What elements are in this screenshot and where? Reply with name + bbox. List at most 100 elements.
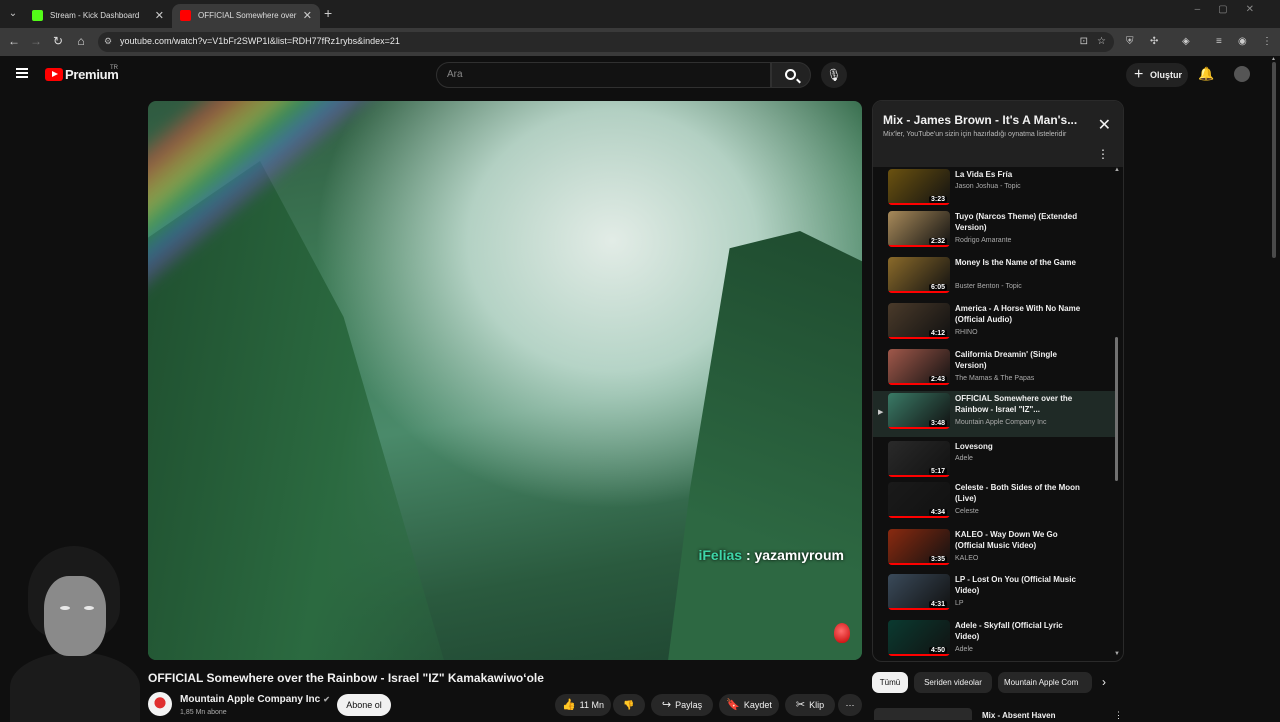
install-icon[interactable]: ⊡ (1080, 36, 1088, 47)
bookmark-star-icon[interactable]: ☆ (1097, 36, 1106, 47)
watched-progress (888, 203, 950, 205)
clip-button[interactable]: ✂ Klip (785, 694, 835, 716)
extensions-puzzle-icon[interactable]: ✣ (1150, 36, 1158, 47)
close-icon[interactable]: ✕ (1098, 115, 1111, 135)
watched-progress (888, 383, 950, 385)
playlist-item[interactable]: 3:23 La Vida Es Fría Jason Joshua - Topic (873, 167, 1115, 211)
webcam-face (44, 576, 106, 656)
save-label: Kaydet (743, 700, 772, 710)
playlist-thumbnail[interactable]: 2:32 (888, 211, 950, 247)
microphone-icon: 🎙 (826, 68, 842, 82)
tab-search-icon[interactable]: ⌄ (4, 5, 22, 23)
extension-icon[interactable]: ◈ (1182, 36, 1190, 47)
playlist-item[interactable]: 3:35 KALEO - Way Down We Go (Official Mus… (873, 527, 1115, 571)
dislike-button[interactable]: 👎 (613, 694, 645, 716)
forward-icon[interactable]: → (28, 34, 44, 48)
new-tab-icon[interactable]: + (324, 5, 332, 21)
playlist-title[interactable]: Mix - James Brown - It's A Man's... (883, 113, 1077, 127)
chip-channel[interactable]: Mountain Apple Com (998, 672, 1092, 693)
chevron-right-icon[interactable]: › (1102, 675, 1106, 689)
recommended-video[interactable]: Mix - Absent Haven ⋮ (874, 706, 1124, 720)
playlist-thumbnail[interactable]: 3:48 (888, 393, 950, 429)
recommended-title[interactable]: Mix - Absent Haven (982, 711, 1056, 720)
subscribe-button[interactable]: Abone ol (337, 694, 391, 716)
playlist-item[interactable]: ▶ 3:48 OFFICIAL Somewhere over the Rainbow… (873, 391, 1115, 437)
verified-icon: ✔ (323, 695, 330, 704)
playlist-item-channel: RHINO (955, 329, 978, 336)
chip-all[interactable]: Tümü (872, 672, 908, 693)
media-control-icon[interactable]: ≡ (1216, 36, 1222, 47)
watched-progress (888, 291, 950, 293)
site-info-icon[interactable]: ⚙ (104, 36, 112, 47)
share-icon: ↪ (661, 699, 672, 711)
playlist-item[interactable]: 2:32 Tuyo (Narcos Theme) (Extended Versio… (873, 209, 1115, 253)
address-bar-row: ← → ↻ ⌂ ⚙ youtube.com/watch?v=V1bFr2SWP1… (0, 28, 1280, 56)
playlist-thumbnail[interactable]: 4:31 (888, 574, 950, 610)
browser-menu-icon[interactable]: ⋮ (1262, 36, 1272, 47)
playlist-item[interactable]: 4:34 Celeste - Both Sides of the Moon (Li… (873, 480, 1115, 524)
like-button[interactable]: 👍 11 Mn (555, 694, 611, 716)
playlist-item[interactable]: 4:50 Adele - Skyfall (Official Lyric Vide… (873, 618, 1115, 661)
more-vertical-icon[interactable]: ⋮ (1114, 710, 1123, 721)
create-button[interactable]: Oluştur (1126, 63, 1188, 87)
channel-watermark-icon[interactable] (834, 623, 850, 643)
menu-icon[interactable] (16, 68, 28, 78)
duration-badge: 2:32 (928, 238, 947, 245)
voice-search-button[interactable]: 🎙 (821, 62, 847, 88)
channel-name[interactable]: Mountain Apple Company Inc ✔ (180, 694, 330, 705)
window-controls[interactable]: –▢✕ (1195, 4, 1272, 15)
tab-label: OFFICIAL Somewhere over (198, 11, 297, 20)
page-scrollbar[interactable] (1272, 62, 1276, 258)
watched-progress (888, 245, 950, 247)
playlist-item[interactable]: 4:31 LP - Lost On You (Official Music Vid… (873, 572, 1115, 616)
account-avatar[interactable] (1234, 66, 1250, 82)
chip-from-series[interactable]: Seriden videolar (914, 672, 992, 693)
home-icon[interactable]: ⌂ (73, 34, 89, 48)
watched-progress (888, 427, 950, 429)
save-button[interactable]: 🔖 Kaydet (719, 694, 779, 716)
profile-icon[interactable]: ◉ (1238, 36, 1247, 47)
playlist-thumbnail[interactable]: 3:23 (888, 169, 950, 205)
playlist-thumbnail[interactable]: 4:50 (888, 620, 950, 656)
playlist-thumbnail[interactable]: 3:35 (888, 529, 950, 565)
browser-tab-strip: ⌄ Stream - Kick Dashboard ✕ OFFICIAL Som… (0, 0, 1280, 28)
back-icon[interactable]: ← (6, 34, 22, 48)
playlist-thumbnail[interactable]: 4:12 (888, 303, 950, 339)
duration-badge: 3:23 (928, 196, 947, 203)
playlist-item[interactable]: 6:05 Money Is the Name of the Game Buster … (873, 255, 1115, 299)
duration-badge: 4:31 (928, 601, 947, 608)
playlist-thumbnail[interactable]: 5:17 (888, 441, 950, 477)
region-code: TR (110, 65, 118, 71)
tab-close-icon[interactable]: ✕ (303, 4, 312, 28)
reload-icon[interactable]: ↻ (50, 34, 66, 48)
youtube-logo-icon[interactable] (45, 68, 63, 81)
webcam-eye (60, 606, 70, 610)
notifications-bell-icon[interactable]: 🔔 (1198, 66, 1214, 82)
bookmark-icon: 🔖 (726, 699, 740, 711)
duration-badge: 4:50 (928, 647, 947, 654)
more-actions-button[interactable]: ⋯ (838, 694, 862, 716)
playlist-scrollbar[interactable] (1115, 337, 1118, 481)
search-input[interactable]: Ara (436, 62, 771, 88)
recommended-thumbnail[interactable] (874, 708, 972, 720)
playlist-thumbnail[interactable]: 2:43 (888, 349, 950, 385)
tab-kick-dashboard[interactable]: Stream - Kick Dashboard ✕ (24, 4, 172, 28)
tab-label: Stream - Kick Dashboard (50, 11, 140, 20)
playlist-thumbnail[interactable]: 4:34 (888, 482, 950, 518)
playlist-item[interactable]: 5:17 Lovesong Adele (873, 439, 1115, 483)
playlist-item-channel: The Mamas & The Papas (955, 375, 1035, 382)
channel-avatar[interactable] (148, 692, 172, 716)
video-player[interactable]: iFelias : yazamıyroum (148, 101, 862, 660)
more-vertical-icon[interactable]: ⋮ (1097, 147, 1109, 161)
playlist-item[interactable]: 2:43 California Dreamin' (Single Version)… (873, 347, 1115, 391)
playlist-thumbnail[interactable]: 6:05 (888, 257, 950, 293)
search-button[interactable] (771, 62, 811, 88)
playlist-item[interactable]: 4:12 America - A Horse With No Name (Offi… (873, 301, 1115, 345)
url-field[interactable]: ⚙ youtube.com/watch?v=V1bFr2SWP1I&list=R… (98, 32, 1114, 52)
extension-shield-icon[interactable]: ⛨ (1126, 36, 1134, 47)
scroll-down-icon[interactable]: ▼ (1114, 651, 1120, 657)
share-button[interactable]: ↪ Paylaş (651, 694, 713, 716)
tab-youtube[interactable]: OFFICIAL Somewhere over ✕ (172, 4, 320, 28)
scroll-up-icon[interactable]: ▲ (1114, 167, 1120, 173)
tab-close-icon[interactable]: ✕ (155, 4, 164, 28)
